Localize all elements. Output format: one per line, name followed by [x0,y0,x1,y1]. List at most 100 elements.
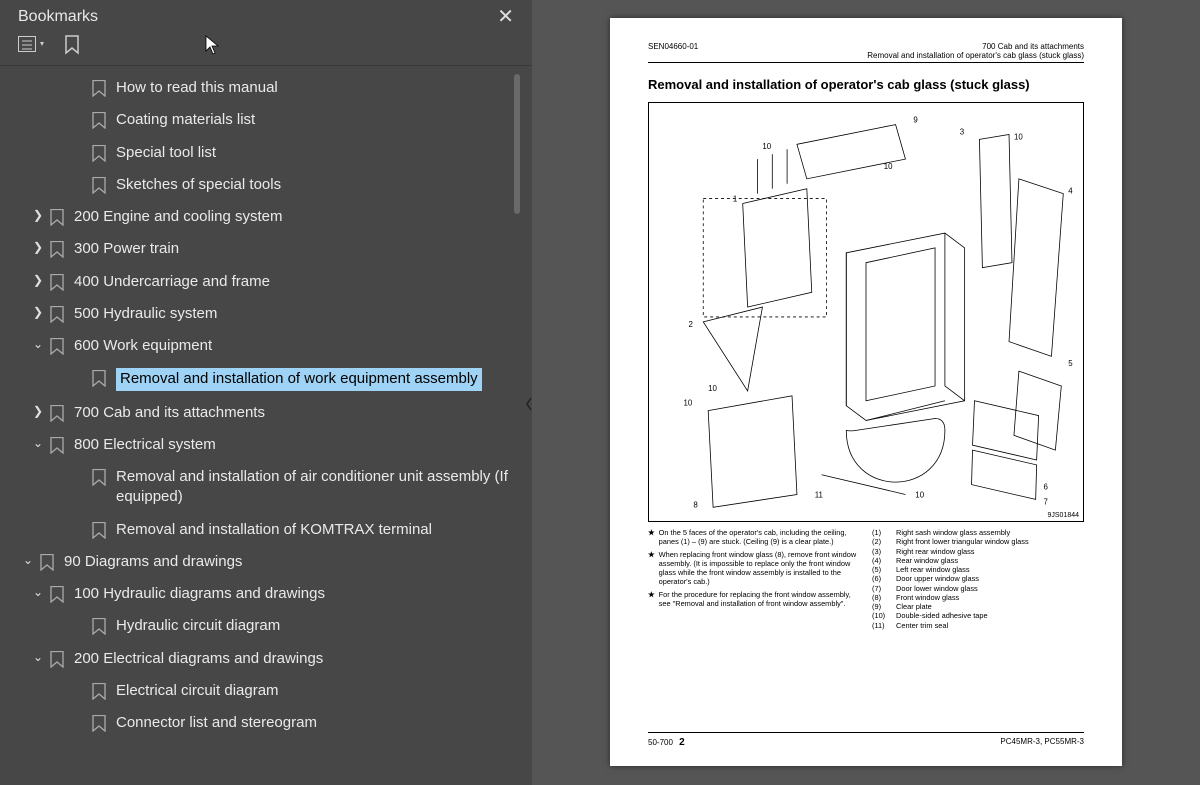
part-number: (6) [872,574,892,583]
page-number: 2 [679,737,685,748]
bookmark-tree: How to read this manual Coating materials… [0,72,532,739]
svg-text:10: 10 [762,142,771,151]
svg-text:1: 1 [733,195,737,204]
bookmark-label: Connector list and stereogram [116,713,317,733]
collapse-handle[interactable] [524,392,534,416]
bookmark-icon [92,522,106,539]
scrollbar[interactable] [514,74,520,214]
bookmark-icon [50,651,64,668]
part-number: (4) [872,556,892,565]
part-name: Front window glass [896,593,959,602]
bookmark-item[interactable]: ⌄ 100 Hydraulic diagrams and drawings [0,578,532,610]
bookmark-label: 600 Work equipment [74,336,212,356]
close-panel-button[interactable]: ✕ [497,4,514,29]
document-page: SEN04660-01 700 Cab and its attachments … [610,18,1122,766]
part-name: Double-sided adhesive tape [896,611,988,620]
bookmark-icon [40,554,54,571]
disclosure-icon[interactable]: ⌄ [30,336,46,352]
bookmark-label: Sketches of special tools [116,175,281,195]
part-name: Right sash window glass assembly [896,528,1010,537]
part-name: Left rear window glass [896,565,970,574]
part-number: (8) [872,593,892,602]
bookmark-icon [92,683,106,700]
bookmark-item[interactable]: Hydraulic circuit diagram [0,610,532,642]
part-number: (1) [872,528,892,537]
disclosure-icon[interactable]: ❯ [30,272,46,288]
disclosure-icon[interactable]: ⌄ [30,435,46,451]
bookmark-item[interactable]: ⌄ 600 Work equipment [0,330,532,362]
bookmark-label: 200 Engine and cooling system [74,207,282,227]
part-name: Right front lower triangular window glas… [896,537,1029,546]
bookmark-label: Removal and installation of KOMTRAX term… [116,520,432,540]
svg-text:6: 6 [1044,483,1049,492]
bookmark-item[interactable]: Connector list and stereogram [0,707,532,739]
part-name: Clear plate [896,602,932,611]
disclosure-icon[interactable]: ❯ [30,239,46,255]
cursor-icon [205,35,221,62]
document-viewport[interactable]: SEN04660-01 700 Cab and its attachments … [532,0,1200,785]
doc-subsection: Removal and installation of operator's c… [867,51,1084,60]
disclosure-icon[interactable]: ⌄ [30,649,46,665]
svg-text:7: 7 [1044,497,1048,506]
disclosure-icon[interactable]: ⌄ [20,552,36,568]
bookmark-item[interactable]: ⌄ 200 Electrical diagrams and drawings [0,643,532,675]
disclosure-icon[interactable]: ❯ [30,304,46,320]
part-number: (2) [872,537,892,546]
svg-text:9: 9 [913,116,917,125]
exploded-view-figure: 93 104 56 710 811 101 210 1010 9JS01844 [648,102,1084,522]
bookmark-item[interactable]: ❯ 700 Cab and its attachments [0,397,532,429]
bookmark-icon [50,586,64,603]
bookmark-item[interactable]: Coating materials list [0,104,532,136]
bookmark-label: Special tool list [116,143,216,163]
part-number: (9) [872,602,892,611]
bookmark-icon [50,306,64,323]
bookmarks-panel: Bookmarks ✕ How to read this manualCoati… [0,0,532,785]
bookmark-item[interactable]: ❯500 Hydraulic system [0,298,532,330]
bookmark-item[interactable]: Removal and installation of KOMTRAX term… [0,514,532,546]
parts-list: (1) Right sash window glass assembly (2) Ri… [872,528,1084,630]
part-number: (5) [872,565,892,574]
bookmark-label: 100 Hydraulic diagrams and drawings [74,584,325,604]
bookmark-label: Hydraulic circuit diagram [116,616,280,636]
svg-text:8: 8 [693,500,698,509]
bookmark-item[interactable]: Removal and installation of work equipme… [0,362,532,396]
bookmark-item[interactable]: Electrical circuit diagram [0,675,532,707]
disclosure-icon[interactable]: ❯ [30,403,46,419]
note-text: When replacing front window glass (8), r… [659,550,860,587]
bookmark-icon [92,80,106,97]
bookmark-item[interactable]: Special tool list [0,137,532,169]
bookmark-item[interactable]: ❯ 400 Undercarriage and frame [0,266,532,298]
bookmark-item[interactable]: How to read this manual [0,72,532,104]
footer-section: 50-700 [648,738,673,747]
svg-text:10: 10 [708,384,717,393]
bookmark-label: 700 Cab and its attachments [74,403,265,423]
note-text: For the procedure for replacing the fron… [659,590,860,609]
part-name: Right rear window glass [896,547,974,556]
bookmark-item[interactable]: ⌄ 90 Diagrams and drawings [0,546,532,578]
bookmark-item[interactable]: ❯300 Power train [0,233,532,265]
bookmark-ribbon-icon[interactable] [64,35,80,55]
bookmark-label: 200 Electrical diagrams and drawings [74,649,323,669]
notes-column: ★On the 5 faces of the operator's cab, i… [648,528,860,630]
bookmark-icon [50,405,64,422]
bookmark-item[interactable]: ⌄800 Electrical system [0,429,532,461]
disclosure-icon[interactable]: ❯ [30,207,46,223]
figure-code: 9JS01844 [1047,512,1079,519]
options-icon[interactable] [18,36,46,54]
bookmark-label: 400 Undercarriage and frame [74,272,270,292]
svg-text:4: 4 [1068,187,1073,196]
bookmark-icon [92,618,106,635]
bookmark-item[interactable]: ❯ 200 Engine and cooling system [0,201,532,233]
page-title: Removal and installation of operator's c… [648,77,1084,92]
bookmark-label: Electrical circuit diagram [116,681,279,701]
bookmark-item[interactable]: Removal and installation of air conditio… [0,461,532,514]
svg-text:10: 10 [915,490,924,499]
bookmark-label: 90 Diagrams and drawings [64,552,242,572]
part-number: (11) [872,621,892,630]
bookmark-icon [92,469,106,486]
bookmark-label: How to read this manual [116,78,278,98]
bookmark-item[interactable]: Sketches of special tools [0,169,532,201]
part-name: Door lower window glass [896,584,978,593]
disclosure-icon[interactable]: ⌄ [30,584,46,600]
svg-text:10: 10 [884,162,893,171]
